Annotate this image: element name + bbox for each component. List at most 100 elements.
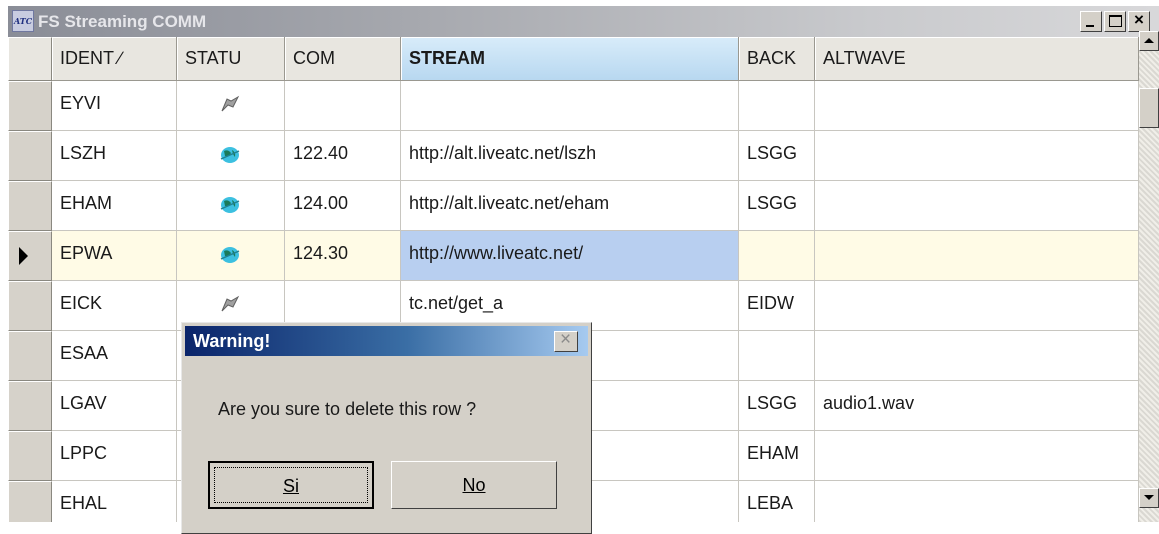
row-indicator[interactable]: [8, 281, 52, 331]
globe-icon: [220, 247, 240, 263]
minimize-button[interactable]: [1080, 11, 1102, 32]
cell-altwave-text: audio1.wav: [823, 393, 915, 413]
column-header-status[interactable]: STATU: [177, 37, 285, 81]
row-indicator[interactable]: [8, 331, 52, 381]
cell-stream[interactable]: http://alt.liveatc.net/lszh: [401, 131, 739, 181]
column-header-altwave[interactable]: ALTWAVE: [815, 37, 1139, 81]
cell-back[interactable]: EIDW: [739, 281, 815, 331]
cell-ident-text: EYVI: [60, 93, 102, 113]
cell-ident[interactable]: EYVI: [52, 81, 177, 131]
cell-back-text: LSGG: [747, 143, 798, 163]
close-button[interactable]: [1128, 10, 1150, 32]
cell-status[interactable]: [177, 131, 285, 181]
cell-ident[interactable]: LPPC: [52, 431, 177, 481]
cell-stream[interactable]: http://www.liveatc.net/: [401, 231, 739, 281]
cell-altwave[interactable]: [815, 281, 1139, 331]
cell-ident[interactable]: LGAV: [52, 381, 177, 431]
row-indicator[interactable]: [8, 481, 52, 522]
cell-back[interactable]: [739, 81, 815, 131]
cell-back[interactable]: LSGG: [739, 381, 815, 431]
cell-status[interactable]: [177, 181, 285, 231]
cell-back[interactable]: EHAM: [739, 431, 815, 481]
cell-status[interactable]: [177, 231, 285, 281]
plug-icon: [221, 295, 240, 312]
atc-app-icon: [12, 10, 34, 32]
row-indicator[interactable]: [8, 431, 52, 481]
column-header-ident[interactable]: IDENT ∕: [52, 37, 177, 81]
globe-icon: [220, 147, 240, 163]
cell-ident[interactable]: LSZH: [52, 131, 177, 181]
dialog-close-icon[interactable]: [554, 329, 578, 352]
cell-stream-text: http://www.liveatc.net/: [409, 243, 584, 263]
cell-com[interactable]: 124.00: [285, 181, 401, 231]
cell-ident[interactable]: EHAM: [52, 181, 177, 231]
cell-ident-text: LPPC: [60, 443, 108, 463]
scroll-up-button[interactable]: [1139, 31, 1159, 51]
cell-ident[interactable]: EICK: [52, 281, 177, 331]
cell-com-text: 122.40: [293, 143, 349, 163]
cell-back[interactable]: [739, 231, 815, 281]
window-title: FS Streaming COMM: [38, 12, 207, 31]
cell-back[interactable]: [739, 331, 815, 381]
cell-back-text: EIDW: [747, 293, 794, 313]
current-row-arrow-icon: [19, 247, 28, 265]
cell-stream-text: http://alt.liveatc.net/lszh: [409, 143, 597, 163]
cell-altwave[interactable]: [815, 481, 1139, 522]
cell-altwave[interactable]: [815, 81, 1139, 131]
cell-ident-text: LSZH: [60, 143, 107, 163]
grid-corner: [8, 37, 52, 81]
row-indicator[interactable]: [8, 81, 52, 131]
cell-com[interactable]: 124.30: [285, 231, 401, 281]
cell-altwave[interactable]: [815, 131, 1139, 181]
cell-stream-text: tc.net/get_a: [409, 293, 504, 313]
cell-com[interactable]: 122.40: [285, 131, 401, 181]
yes-button[interactable]: Si: [208, 461, 374, 509]
yes-button-label: Si: [282, 476, 299, 496]
cell-back[interactable]: LSGG: [739, 131, 815, 181]
cell-ident[interactable]: EPWA: [52, 231, 177, 281]
dialog-message: Are you sure to delete this row ?: [218, 399, 477, 419]
cell-altwave[interactable]: [815, 431, 1139, 481]
cell-back[interactable]: LSGG: [739, 181, 815, 231]
cell-ident[interactable]: EHAL: [52, 481, 177, 522]
cell-com-text: 124.00: [293, 193, 349, 213]
cell-altwave[interactable]: audio1.wav: [815, 381, 1139, 431]
cell-ident-text: EICK: [60, 293, 103, 313]
column-header-back[interactable]: BACK: [739, 37, 815, 81]
cell-com-text: 124.30: [293, 243, 349, 263]
warning-dialog: Warning! Are you sure to delete this row…: [181, 322, 592, 534]
column-header-stream[interactable]: STREAM: [401, 37, 739, 81]
cell-ident-text: EHAL: [60, 493, 108, 513]
cell-ident-text: EHAM: [60, 193, 113, 213]
dialog-title-bar[interactable]: Warning!: [185, 326, 588, 356]
column-header-com[interactable]: COM: [285, 37, 401, 81]
cell-com[interactable]: [285, 81, 401, 131]
cell-back[interactable]: LEBA: [739, 481, 815, 522]
no-button[interactable]: No: [391, 461, 557, 509]
cell-status[interactable]: [177, 81, 285, 131]
dialog-title: Warning!: [193, 331, 271, 351]
scroll-down-button[interactable]: [1139, 488, 1159, 508]
cell-back-text: LSGG: [747, 193, 798, 213]
cell-stream-text: http://alt.liveatc.net/eham: [409, 193, 610, 213]
cell-back-text: LEBA: [747, 493, 794, 513]
cell-altwave[interactable]: [815, 181, 1139, 231]
row-indicator[interactable]: [8, 181, 52, 231]
cell-ident[interactable]: ESAA: [52, 331, 177, 381]
scroll-thumb[interactable]: [1139, 88, 1159, 128]
cell-stream[interactable]: http://alt.liveatc.net/eham: [401, 181, 739, 231]
cell-altwave[interactable]: [815, 331, 1139, 381]
title-bar[interactable]: FS Streaming COMM: [8, 6, 1159, 37]
globe-icon: [220, 197, 240, 213]
cell-stream[interactable]: [401, 81, 739, 131]
cell-back-text: EHAM: [747, 443, 800, 463]
maximize-button[interactable]: [1104, 11, 1126, 32]
cell-ident-text: EPWA: [60, 243, 113, 263]
cell-altwave[interactable]: [815, 231, 1139, 281]
row-indicator[interactable]: [8, 381, 52, 431]
row-indicator[interactable]: [8, 131, 52, 181]
cell-ident-text: LGAV: [60, 393, 107, 413]
row-indicator[interactable]: [8, 231, 52, 281]
cell-ident-text: ESAA: [60, 343, 109, 363]
plug-icon: [221, 95, 240, 112]
